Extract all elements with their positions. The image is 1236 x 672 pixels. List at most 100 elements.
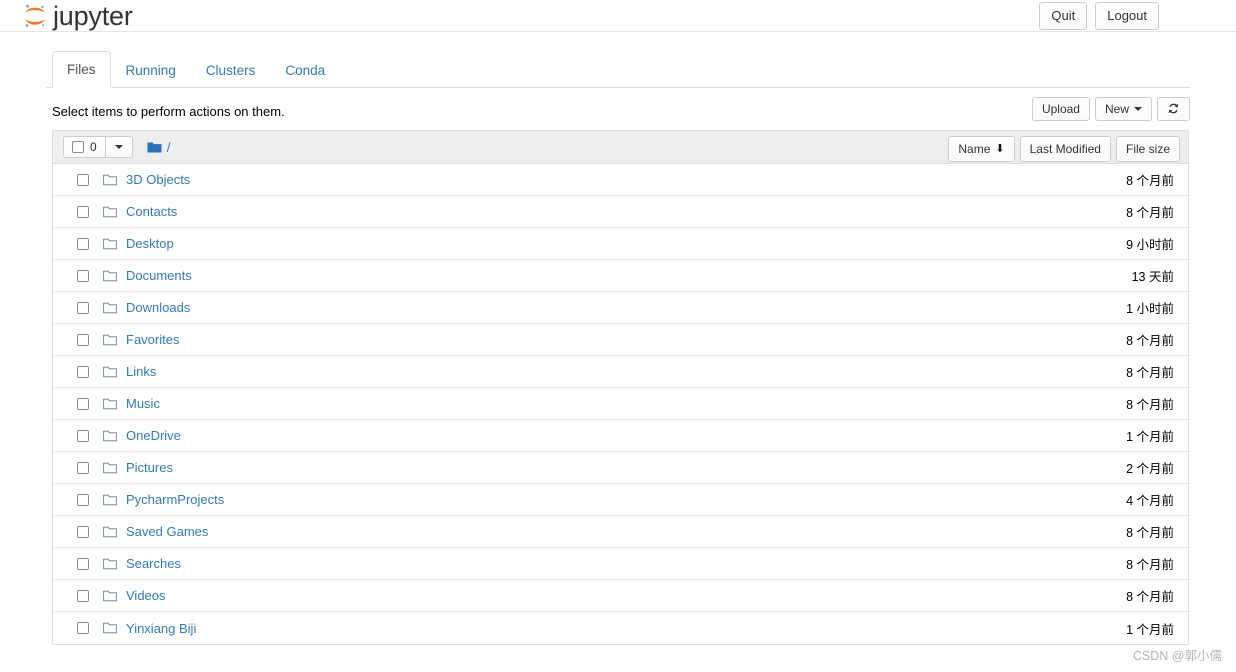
file-list-rows: 3D Objects 8 个月前 Contacts 8 个月前 Desktop 9 小…: [53, 164, 1188, 644]
breadcrumb-path[interactable]: /: [167, 140, 171, 155]
breadcrumb[interactable]: /: [147, 140, 171, 155]
refresh-button[interactable]: [1157, 97, 1190, 121]
arrow-down-icon: ⬇: [995, 142, 1005, 155]
jupyter-logo-icon: [20, 1, 50, 31]
page-body: Files Running Clusters Conda Select item…: [46, 51, 1190, 645]
table-row[interactable]: Pictures 2 个月前: [53, 452, 1188, 484]
table-row[interactable]: PycharmProjects 4 个月前: [53, 484, 1188, 516]
table-row[interactable]: Music 8 个月前: [53, 388, 1188, 420]
tab-files[interactable]: Files: [52, 51, 111, 88]
new-dropdown-button[interactable]: New: [1094, 97, 1152, 121]
row-checkbox[interactable]: [77, 589, 89, 602]
file-link[interactable]: Searches: [126, 556, 181, 571]
folder-icon: [103, 302, 117, 314]
sort-name-label: Name: [958, 142, 991, 156]
table-row[interactable]: Yinxiang Biji 1 个月前: [53, 612, 1188, 644]
tab-conda[interactable]: Conda: [270, 52, 340, 88]
table-row[interactable]: Desktop 9 小时前: [53, 228, 1188, 260]
table-row[interactable]: Searches 8 个月前: [53, 548, 1188, 580]
file-link[interactable]: Documents: [126, 268, 192, 283]
file-link[interactable]: Links: [126, 364, 156, 379]
file-link[interactable]: Downloads: [126, 300, 190, 315]
row-checkbox[interactable]: [77, 461, 89, 474]
folder-icon: [103, 206, 117, 218]
folder-icon: [103, 558, 117, 570]
row-checkbox[interactable]: [77, 173, 89, 186]
tab-running[interactable]: Running: [111, 52, 191, 88]
file-link[interactable]: PycharmProjects: [126, 492, 224, 507]
row-checkbox[interactable]: [77, 397, 89, 410]
file-modified: 8 个月前: [1126, 366, 1174, 380]
folder-icon: [103, 398, 117, 410]
brand-logo[interactable]: jupyter: [20, 0, 133, 31]
table-row[interactable]: Videos 8 个月前: [53, 580, 1188, 612]
file-modified: 8 个月前: [1126, 398, 1174, 412]
select-all-checkbox[interactable]: [72, 141, 84, 153]
file-list-container: 0 / Name ⬇ Last Modified File size 3D Ob…: [52, 130, 1189, 645]
table-row[interactable]: Links 8 个月前: [53, 356, 1188, 388]
row-checkbox[interactable]: [77, 269, 89, 282]
selected-count: 0: [90, 140, 97, 154]
brand-name: jupyter: [53, 0, 133, 31]
sort-by-modified-button[interactable]: Last Modified: [1019, 136, 1111, 162]
file-link[interactable]: Favorites: [126, 332, 179, 347]
file-link[interactable]: OneDrive: [126, 428, 181, 443]
row-checkbox[interactable]: [77, 237, 89, 250]
folder-icon: [103, 622, 117, 634]
chevron-down-icon: [114, 144, 123, 149]
header-actions: Quit Logout: [1039, 2, 1159, 30]
folder-icon: [103, 590, 117, 602]
row-checkbox[interactable]: [77, 525, 89, 538]
file-modified: 8 个月前: [1126, 206, 1174, 220]
upload-button[interactable]: Upload: [1031, 97, 1090, 121]
file-link[interactable]: Videos: [126, 588, 166, 603]
new-dropdown-label: New: [1104, 102, 1129, 116]
row-checkbox[interactable]: [77, 301, 89, 314]
file-link[interactable]: Pictures: [126, 460, 173, 475]
table-row[interactable]: Documents 13 天前: [53, 260, 1188, 292]
row-checkbox[interactable]: [77, 333, 89, 346]
quit-button[interactable]: Quit: [1039, 2, 1088, 30]
table-row[interactable]: Favorites 8 个月前: [53, 324, 1188, 356]
tab-clusters[interactable]: Clusters: [191, 52, 271, 88]
file-modified: 8 个月前: [1126, 526, 1174, 540]
table-row[interactable]: Contacts 8 个月前: [53, 196, 1188, 228]
file-link[interactable]: Yinxiang Biji: [126, 621, 196, 636]
folder-icon: [147, 141, 162, 154]
file-link[interactable]: Desktop: [126, 236, 174, 251]
sort-controls: Name ⬇ Last Modified File size: [948, 136, 1180, 162]
file-modified: 2 个月前: [1126, 462, 1174, 476]
select-all-button[interactable]: 0: [63, 136, 106, 158]
row-checkbox[interactable]: [77, 205, 89, 218]
table-row[interactable]: 3D Objects 8 个月前: [53, 164, 1188, 196]
file-link[interactable]: Music: [126, 396, 160, 411]
folder-icon: [103, 238, 117, 250]
table-row[interactable]: Saved Games 8 个月前: [53, 516, 1188, 548]
file-modified: 13 天前: [1131, 270, 1174, 284]
row-checkbox[interactable]: [77, 622, 89, 634]
folder-icon: [103, 334, 117, 346]
folder-icon: [103, 494, 117, 506]
row-checkbox[interactable]: [77, 429, 89, 442]
row-checkbox[interactable]: [77, 557, 89, 570]
table-row[interactable]: OneDrive 1 个月前: [53, 420, 1188, 452]
folder-icon: [103, 174, 117, 186]
action-bar-buttons: Upload New: [1031, 97, 1190, 121]
selection-dropdown-button[interactable]: [104, 136, 133, 158]
sort-by-name-button[interactable]: Name ⬇: [948, 136, 1015, 162]
action-bar: Select items to perform actions on them.…: [46, 95, 1190, 128]
table-row[interactable]: Downloads 1 小时前: [53, 292, 1188, 324]
row-checkbox[interactable]: [77, 365, 89, 378]
file-modified: 1 个月前: [1126, 622, 1174, 637]
file-modified: 4 个月前: [1126, 494, 1174, 508]
logout-button[interactable]: Logout: [1095, 2, 1159, 30]
row-checkbox[interactable]: [77, 493, 89, 506]
file-modified: 8 个月前: [1126, 558, 1174, 572]
file-modified: 1 个月前: [1126, 430, 1174, 444]
folder-icon: [103, 270, 117, 282]
sort-by-size-button[interactable]: File size: [1115, 136, 1180, 162]
file-link[interactable]: Saved Games: [126, 524, 208, 539]
file-link[interactable]: 3D Objects: [126, 172, 190, 187]
chevron-down-icon: [1134, 107, 1142, 112]
file-link[interactable]: Contacts: [126, 204, 177, 219]
